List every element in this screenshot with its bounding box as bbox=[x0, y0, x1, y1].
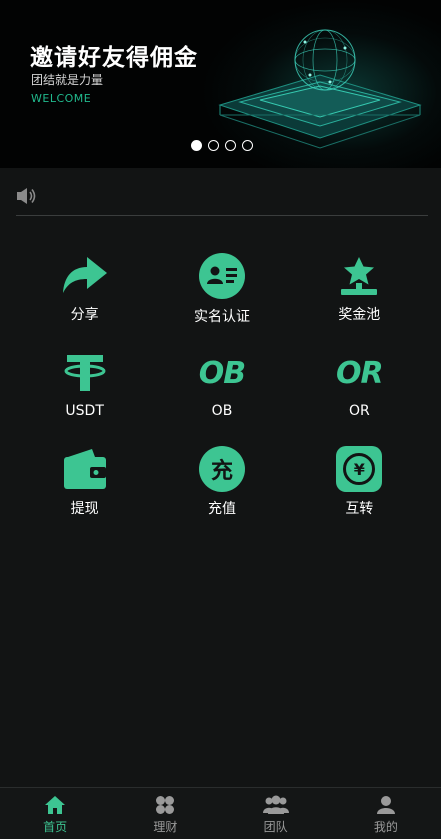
tab-finance[interactable]: 理财 bbox=[110, 788, 220, 839]
transfer-button[interactable]: ¥ 互转 bbox=[291, 446, 428, 518]
tether-icon bbox=[61, 349, 109, 397]
feature-grid: 分享 实名认证 奖金池 USDT OB OB OR OR 提现 充 充值 ¥ 互… bbox=[16, 252, 428, 518]
grid-item-label: 充值 bbox=[207, 501, 236, 517]
verify-identity-button[interactable]: 实名认证 bbox=[153, 252, 290, 325]
bonus-pool-button[interactable]: 奖金池 bbox=[291, 252, 428, 324]
usdt-button[interactable]: USDT bbox=[16, 349, 153, 421]
grid-item-label: 奖金池 bbox=[338, 307, 381, 323]
recharge-button[interactable]: 充 充值 bbox=[153, 446, 290, 518]
banner-welcome-text: WELCOME bbox=[31, 92, 92, 105]
grid-item-label: OB bbox=[211, 403, 233, 419]
yen-glyph: ¥ bbox=[353, 459, 365, 479]
carousel-dot[interactable] bbox=[191, 140, 202, 151]
user-icon bbox=[376, 796, 395, 814]
or-glyph: OR bbox=[336, 355, 384, 391]
share-button[interactable]: 分享 bbox=[16, 252, 153, 324]
share-icon bbox=[61, 252, 109, 298]
tab-profile[interactable]: 我的 bbox=[331, 788, 441, 839]
team-icon bbox=[262, 795, 289, 814]
speaker-icon bbox=[17, 188, 36, 204]
grid-item-label: OR bbox=[348, 403, 370, 419]
ob-glyph: OB bbox=[198, 355, 246, 391]
bottom-tab-bar: 首页 理财 团队 我的 bbox=[0, 787, 441, 839]
carousel-dot[interactable] bbox=[225, 140, 236, 151]
grid-item-label: 互转 bbox=[345, 501, 374, 517]
star-podium-icon bbox=[335, 252, 383, 298]
tab-label: 首页 bbox=[43, 820, 68, 834]
grid-item-label: 实名认证 bbox=[193, 309, 250, 325]
announcement-bar[interactable] bbox=[16, 182, 428, 216]
withdraw-button[interactable]: 提现 bbox=[16, 446, 153, 518]
carousel-indicators bbox=[191, 140, 253, 151]
yen-transfer-icon: ¥ bbox=[335, 446, 383, 492]
carousel-dot[interactable] bbox=[242, 140, 253, 151]
id-card-icon bbox=[198, 252, 246, 300]
tab-label: 我的 bbox=[373, 820, 398, 834]
tab-label: 团队 bbox=[263, 820, 288, 834]
banner-title: 邀请好友得佣金 bbox=[30, 45, 198, 71]
or-icon: OR bbox=[335, 349, 384, 397]
grid-icon bbox=[156, 796, 175, 814]
banner-subtitle: 团结就是力量 bbox=[31, 73, 104, 87]
ob-icon: OB bbox=[198, 349, 246, 397]
or-button[interactable]: OR OR bbox=[291, 349, 428, 421]
tab-team[interactable]: 团队 bbox=[221, 788, 331, 839]
home-icon bbox=[45, 796, 66, 814]
grid-item-label: 分享 bbox=[70, 307, 99, 323]
recharge-icon: 充 bbox=[198, 446, 246, 492]
network-sphere-graphic bbox=[218, 29, 422, 149]
promo-banner[interactable]: 邀请好友得佣金 团结就是力量 WELCOME bbox=[0, 0, 441, 168]
recharge-glyph: 充 bbox=[210, 459, 233, 484]
grid-item-label: USDT bbox=[65, 403, 104, 419]
ob-button[interactable]: OB OB bbox=[153, 349, 290, 421]
tab-label: 理财 bbox=[153, 820, 178, 834]
tab-home[interactable]: 首页 bbox=[0, 788, 110, 839]
grid-item-label: 提现 bbox=[70, 501, 99, 517]
wallet-icon bbox=[61, 446, 109, 492]
carousel-dot[interactable] bbox=[208, 140, 219, 151]
